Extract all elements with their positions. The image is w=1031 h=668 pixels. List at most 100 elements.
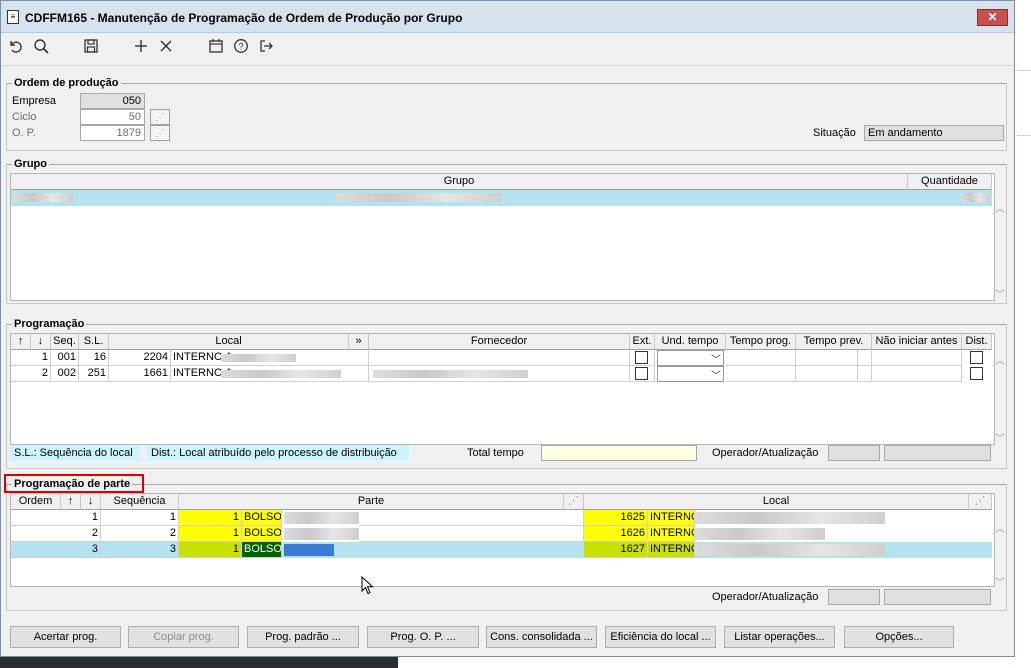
listar-operacoes-button[interactable]: Listar operações... bbox=[724, 626, 835, 648]
local-col-header[interactable]: Local bbox=[584, 494, 969, 510]
sl-col-header[interactable]: S.L. bbox=[79, 334, 109, 350]
tempo-prog-cell[interactable] bbox=[726, 350, 796, 366]
parte-rest-cell bbox=[359, 510, 584, 526]
move-down-icon[interactable]: ↓ bbox=[81, 494, 101, 510]
table-row[interactable]: 1 1 1 BOLSO 1625 INTERNO bbox=[11, 510, 992, 526]
op-field[interactable]: 1879 bbox=[80, 125, 145, 141]
acertar-prog-button[interactable]: Acertar prog. bbox=[10, 626, 121, 648]
table-row[interactable] bbox=[11, 190, 992, 206]
table-row[interactable]: 2 002 251 1661 INTERNO A ﹀ bbox=[11, 366, 992, 382]
scroll-down-icon[interactable]: ﹀ bbox=[995, 430, 1005, 445]
fornecedor-col-header[interactable]: Fornecedor bbox=[369, 334, 630, 350]
und-tempo-select[interactable]: ﹀ bbox=[657, 350, 724, 366]
move-up-icon[interactable]: ↑ bbox=[61, 494, 81, 510]
tempo-prev-extra-cell bbox=[858, 366, 872, 382]
parte-num-cell: 1 bbox=[179, 542, 242, 558]
scroll-down-icon[interactable]: ﹀ bbox=[995, 574, 1005, 589]
ordem-cell: 2 bbox=[11, 526, 101, 542]
prog-padrao-button[interactable]: Prog. padrão ... bbox=[247, 626, 359, 648]
ext-checkbox[interactable] bbox=[635, 351, 648, 364]
row-number: 1 bbox=[11, 350, 51, 366]
opcoes-button[interactable]: Opções... bbox=[844, 626, 954, 648]
parte-redacted bbox=[284, 512, 359, 524]
dist-col-header[interactable]: Dist. bbox=[962, 334, 992, 350]
delete-icon[interactable] bbox=[156, 38, 176, 58]
local-redacted bbox=[695, 544, 885, 556]
help-icon[interactable]: ? bbox=[231, 38, 251, 58]
nao-iniciar-cell[interactable] bbox=[872, 350, 962, 366]
save-icon[interactable] bbox=[81, 38, 101, 58]
chevron-down-icon: ﹀ bbox=[711, 355, 721, 366]
op-label: O. P. bbox=[12, 127, 36, 139]
tempo-prev-cell[interactable] bbox=[796, 350, 858, 366]
grupo-code-redacted bbox=[13, 193, 73, 202]
empresa-label: Empresa bbox=[12, 95, 57, 107]
grupo-group: Grupo Grupo Quantidade ︿ ﹀ bbox=[6, 158, 1007, 304]
row-number: 2 bbox=[11, 366, 51, 382]
prog-op-button[interactable]: Prog. O. P. ... bbox=[367, 626, 479, 648]
total-tempo-label: Total tempo bbox=[467, 447, 524, 459]
move-down-icon[interactable]: ↓ bbox=[31, 334, 51, 350]
local-name-cell: INTERNO bbox=[648, 542, 695, 558]
fornecedor-redacted bbox=[373, 370, 528, 378]
search-icon[interactable] bbox=[31, 38, 51, 58]
tempo-prog-col-header[interactable]: Tempo prog. bbox=[726, 334, 796, 350]
total-tempo-field bbox=[541, 445, 697, 461]
nao-iniciar-cell[interactable] bbox=[872, 366, 962, 382]
toolbar: ? bbox=[1, 34, 1014, 66]
scroll-up-icon[interactable]: ︿ bbox=[995, 520, 1005, 535]
undo-icon[interactable] bbox=[5, 38, 25, 58]
move-up-icon[interactable]: ↑ bbox=[11, 334, 31, 350]
ordem-legend: Ordem de produção bbox=[12, 77, 121, 89]
ciclo-zoom-button[interactable]: ⋰ bbox=[150, 109, 170, 125]
cons-consolidada-button[interactable]: Cons. consolidada ... bbox=[486, 626, 597, 648]
parte-col-header[interactable]: Parte bbox=[179, 494, 564, 510]
sl-cell: 16 bbox=[79, 350, 109, 366]
local-rest-cell bbox=[241, 350, 369, 366]
grupo-col-header[interactable]: Grupo bbox=[11, 174, 908, 190]
ext-checkbox[interactable] bbox=[635, 367, 648, 380]
nao-iniciar-col-header[interactable]: Não iniciar antes bbox=[872, 334, 962, 350]
programacao-grid: ↑ ↓ Seq. S.L. Local » Fornecedor Ext. Un… bbox=[10, 333, 1005, 445]
add-icon[interactable] bbox=[131, 38, 151, 58]
und-tempo-col-header[interactable]: Und. tempo bbox=[655, 334, 726, 350]
dist-checkbox[interactable] bbox=[970, 351, 983, 364]
ordem-col-header[interactable]: Ordem bbox=[11, 494, 61, 510]
parte-zoom-icon[interactable]: ⋰ bbox=[564, 494, 584, 510]
local-zoom-icon[interactable]: ⋰ bbox=[969, 494, 992, 510]
situacao-label: Situação bbox=[813, 127, 856, 139]
ext-col-header[interactable]: Ext. bbox=[630, 334, 655, 350]
table-row-selected[interactable]: 3 3 1 BOLSO 1627 INTERNO bbox=[11, 542, 992, 558]
title-bar: ≡ CDFFM165 - Manutenção de Programação d… bbox=[1, 1, 1014, 33]
eficiencia-local-button[interactable]: Eficiência do local ... bbox=[605, 626, 716, 648]
tempo-prev-cell[interactable] bbox=[796, 366, 858, 382]
copiar-prog-button[interactable]: Copiar prog. bbox=[128, 626, 239, 648]
atualizacao-field bbox=[884, 445, 991, 461]
close-button[interactable]: ✕ bbox=[977, 9, 1008, 26]
scroll-up-icon[interactable]: ︿ bbox=[995, 352, 1005, 367]
tempo-prev-col-header[interactable]: Tempo prev. bbox=[796, 334, 872, 350]
tempo-prog-cell[interactable] bbox=[726, 366, 796, 382]
dist-note: Dist.: Local atribuído pelo processo de … bbox=[147, 445, 409, 461]
expand-icon[interactable]: » bbox=[349, 334, 369, 350]
scroll-up-icon[interactable]: ︿ bbox=[995, 200, 1005, 215]
seq-col-header[interactable]: Seq. bbox=[51, 334, 79, 350]
dist-checkbox[interactable] bbox=[970, 367, 983, 380]
scroll-down-icon[interactable]: ﹀ bbox=[995, 286, 1005, 301]
seq-cell: 001 bbox=[51, 350, 79, 366]
calendar-icon[interactable] bbox=[206, 38, 226, 58]
ciclo-field[interactable]: 50 bbox=[80, 109, 145, 125]
op-zoom-button[interactable]: ⋰ bbox=[150, 125, 170, 141]
und-tempo-select[interactable]: ﹀ bbox=[657, 366, 724, 382]
sequencia-col-header[interactable]: Sequência bbox=[101, 494, 179, 510]
quantidade-col-header[interactable]: Quantidade bbox=[908, 174, 992, 190]
table-row[interactable]: 2 2 1 BOLSO 1626 INTERNO bbox=[11, 526, 992, 542]
chevron-down-icon: ﹀ bbox=[711, 371, 721, 382]
table-row[interactable]: 1 001 16 2204 INTERNO A ﹀ bbox=[11, 350, 992, 366]
local-code-cell: 1625 bbox=[584, 510, 648, 526]
local-code-cell: 1661 bbox=[109, 366, 171, 382]
local-col-header[interactable]: Local bbox=[109, 334, 349, 350]
empresa-field[interactable]: 050 bbox=[80, 93, 145, 109]
exit-icon[interactable] bbox=[256, 38, 276, 58]
document-icon: ≡ bbox=[7, 10, 19, 24]
